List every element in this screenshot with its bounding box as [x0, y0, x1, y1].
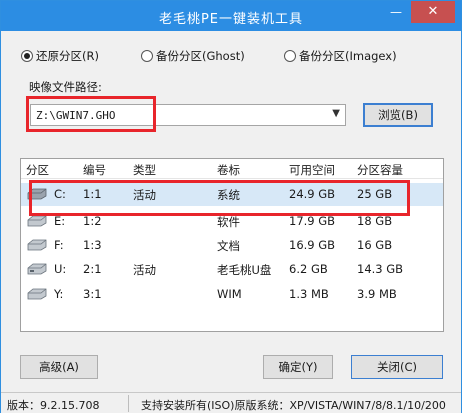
usb-disk-icon — [27, 263, 47, 275]
radio-label: 还原分区(R) — [36, 49, 99, 63]
highlight-box-image-path — [26, 96, 156, 132]
advanced-button[interactable]: 高级(A) — [20, 355, 98, 379]
version-text: 版本：9.2.15.708 — [7, 399, 100, 412]
partition-type: 活动 — [133, 263, 156, 277]
radio-checked-icon — [21, 50, 33, 62]
partition-free: 1.3 MB — [289, 287, 329, 301]
column-header-free-space[interactable]: 可用空间 — [289, 162, 335, 178]
title-bar: 老毛桃PE一键装机工具 — ✕ — [1, 1, 461, 31]
partition-label: 文档 — [217, 239, 240, 253]
radio-unchecked-icon — [284, 50, 296, 62]
partition-number: 2:1 — [83, 262, 102, 276]
hard-disk-icon — [27, 288, 47, 300]
partition-number: 3:1 — [83, 287, 102, 301]
partition-number: 1:2 — [83, 214, 102, 228]
browse-button[interactable]: 浏览(B) — [363, 103, 433, 127]
partition-drive: Y: — [54, 287, 64, 301]
column-header-number[interactable]: 编号 — [83, 162, 106, 178]
radio-unchecked-icon — [141, 50, 153, 62]
table-row[interactable]: U: 2:1 活动 老毛桃U盘 6.2 GB 14.3 GB — [21, 258, 443, 281]
hard-disk-icon — [27, 239, 47, 251]
partition-size: 18 GB — [357, 214, 393, 228]
restore-partition-radio[interactable]: 还原分区(R) — [21, 48, 99, 64]
radio-label: 备份分区(Imagex) — [299, 49, 397, 63]
table-row[interactable]: Y: 3:1 WIM 1.3 MB 3.9 MB — [21, 283, 443, 306]
supported-systems-text: 支持安装所有(ISO)原版系统：XP/VISTA/WIN7/8/8.1/10/2… — [141, 399, 446, 412]
partition-free: 6.2 GB — [289, 262, 328, 276]
partition-label: WIM — [217, 287, 242, 301]
minimize-button[interactable]: — — [383, 1, 409, 23]
backup-ghost-radio[interactable]: 备份分区(Ghost) — [141, 48, 245, 64]
partition-drive: F: — [54, 238, 64, 252]
column-header-label[interactable]: 卷标 — [217, 162, 240, 178]
ok-button[interactable]: 确定(Y) — [263, 355, 333, 379]
column-header-partition[interactable]: 分区 — [26, 162, 49, 178]
partition-free: 17.9 GB — [289, 214, 336, 228]
mode-selector: 还原分区(R) 备份分区(Ghost) 备份分区(Imagex) — [1, 48, 461, 68]
highlight-box-partition-c — [29, 180, 410, 216]
status-divider — [128, 395, 129, 412]
partition-drive: E: — [54, 214, 66, 228]
table-row[interactable]: F: 1:3 文档 16.9 GB 16 GB — [21, 234, 443, 257]
column-header-capacity[interactable]: 分区容量 — [357, 162, 403, 178]
installer-window: 老毛桃PE一键装机工具 — ✕ 还原分区(R) 备份分区(Ghost) 备份分区… — [0, 0, 462, 413]
column-header-type[interactable]: 类型 — [133, 162, 156, 178]
partition-size: 16 GB — [357, 238, 393, 252]
close-window-button[interactable]: ✕ — [411, 1, 455, 23]
partition-label: 老毛桃U盘 — [217, 263, 272, 277]
partition-size: 14.3 GB — [357, 262, 404, 276]
partition-drive: U: — [54, 262, 67, 276]
close-button[interactable]: 关闭(C) — [351, 355, 443, 379]
chevron-down-icon[interactable]: ▼ — [332, 108, 340, 119]
status-bar: 版本：9.2.15.708 支持安装所有(ISO)原版系统：XP/VISTA/W… — [1, 392, 461, 413]
partition-label: 软件 — [217, 215, 240, 229]
hard-disk-icon — [27, 215, 47, 227]
radio-label: 备份分区(Ghost) — [156, 49, 245, 63]
partition-size: 3.9 MB — [357, 287, 397, 301]
partition-number: 1:3 — [83, 238, 102, 252]
partition-list-header: 分区 编号 类型 卷标 可用空间 分区容量 — [21, 159, 443, 179]
image-path-label: 映像文件路径: — [29, 80, 102, 94]
backup-imagex-radio[interactable]: 备份分区(Imagex) — [284, 48, 397, 64]
partition-free: 16.9 GB — [289, 238, 336, 252]
